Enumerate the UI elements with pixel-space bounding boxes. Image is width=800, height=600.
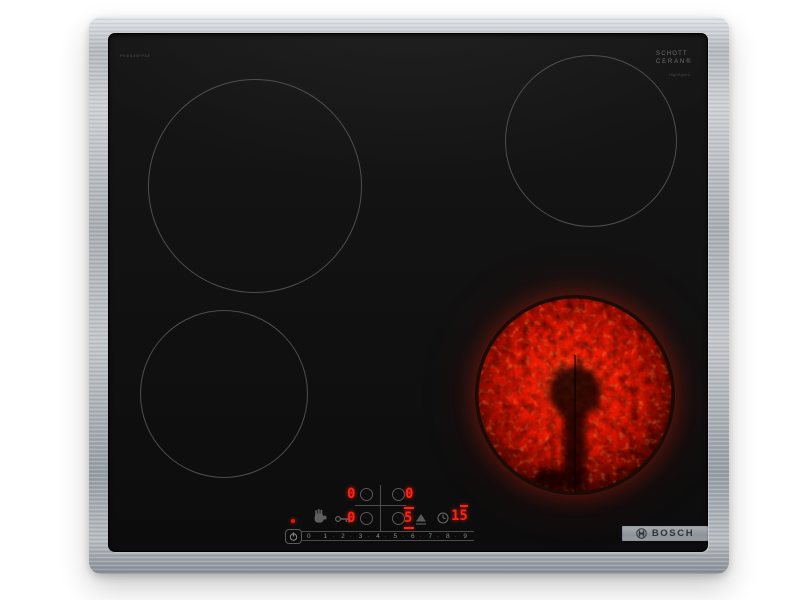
ceramic-glass-surface: PKE645FP1E SCHOTT CERAN® HighSpeed [108, 33, 708, 552]
display-cross-horizontal [355, 505, 406, 506]
stainless-steel-frame: PKE645FP1E SCHOTT CERAN® HighSpeed [89, 17, 729, 574]
schott-ceran-print: SCHOTT CERAN® HighSpeed [656, 51, 690, 77]
child-lock-hand-icon[interactable] [313, 509, 327, 524]
zone-select-rear-right[interactable] [392, 488, 405, 501]
bosch-wordmark: BOSCH [652, 528, 694, 539]
zone-select-front-left[interactable] [360, 512, 373, 525]
radiant-heater-glow [475, 295, 675, 495]
power-level-key-9[interactable]: 9 [456, 533, 473, 540]
highspeed-line: HighSpeed [656, 73, 690, 77]
model-number-print: PKE645FP1E [120, 53, 151, 58]
active-zone-bar-bottom [404, 527, 414, 529]
zone-select-rear-left[interactable] [360, 488, 373, 501]
residual-heat-indicator [291, 519, 295, 523]
power-level-key-0[interactable]: 0 [301, 533, 317, 540]
active-zone-bar-top [404, 507, 414, 509]
display-front-right: 5 [404, 512, 412, 525]
element-divider-line [574, 355, 576, 493]
timer-display: 15 [451, 510, 468, 523]
display-rear-right: 0 [405, 488, 413, 501]
cooking-zone-rear-right [505, 55, 677, 227]
bosch-anchor-icon [636, 528, 647, 539]
timer-clock-icon[interactable] [437, 512, 449, 524]
power-icon [289, 532, 298, 541]
product-photo-stage: PKE645FP1E SCHOTT CERAN® HighSpeed [0, 0, 800, 600]
timer-active-bar [460, 505, 468, 507]
display-front-left: 0 [347, 512, 355, 525]
bosch-logo-plate: BOSCH [622, 526, 708, 541]
slider-line-bottom [301, 540, 474, 541]
display-rear-left: 0 [347, 488, 355, 501]
power-level-slider[interactable]: 0123456789 [301, 532, 474, 540]
cooking-zone-front-left [140, 310, 308, 478]
display-cross-vertical [380, 485, 381, 531]
cooking-zone-front-right-active [475, 295, 675, 495]
heat-up-indicator-icon [415, 514, 427, 525]
ceran-line: CERAN® [656, 59, 690, 67]
schott-line: SCHOTT [656, 51, 690, 59]
cooking-zone-rear-left [148, 79, 362, 293]
power-button[interactable] [285, 529, 302, 544]
